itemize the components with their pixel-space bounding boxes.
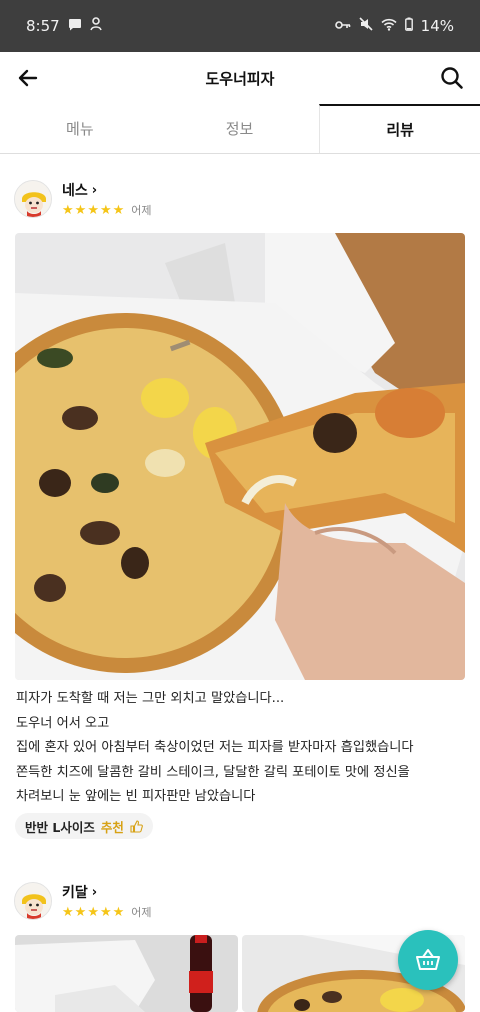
review-photo[interactable] [15, 935, 238, 1012]
app-bar: 도우너피자 [0, 52, 480, 104]
review-text-line: 집에 혼자 있어 아침부터 축상이었던 저는 피자를 받자마자 흡입했습니다 [16, 740, 414, 755]
review-text-line: 차려보니 눈 앞에는 빈 피자판만 남았습니다 [16, 789, 256, 804]
reviewer-name: 네스 [62, 183, 88, 199]
tab-reviews[interactable]: 리뷰 [319, 104, 480, 153]
status-time: 8:57 [26, 17, 60, 35]
back-button[interactable] [12, 62, 44, 94]
battery-percent: 14% [420, 17, 454, 35]
tab-menu-label: 메뉴 [66, 120, 94, 138]
review-text-line: 쫀득한 치즈에 달콤한 갈비 스테이크, 달달한 갈릭 포테이토 맛에 정신을 [16, 764, 410, 780]
tab-info[interactable]: 정보 [160, 104, 320, 153]
thumbs-up-icon [130, 819, 143, 833]
star-icon: ★ [112, 202, 125, 218]
review-date: 어제 [131, 204, 152, 217]
star-icon: ★ [62, 202, 74, 218]
star-icon: ★ [99, 904, 112, 920]
shopping-basket-icon [416, 949, 440, 970]
tab-reviews-label: 리뷰 [386, 121, 414, 139]
menu-tag[interactable]: 반반 L사이즈 추천 [15, 813, 153, 839]
search-icon [441, 67, 463, 89]
rating-stars: ★ ★ ★ ★ ★ 어제 [62, 904, 152, 920]
recommend-label: 추천 [100, 819, 124, 835]
star-icon: ★ [87, 904, 99, 920]
rating-stars: ★ ★ ★ ★ ★ 어제 [62, 202, 152, 218]
review-photo[interactable] [15, 233, 465, 680]
cart-button[interactable] [398, 930, 458, 990]
avatar[interactable] [14, 180, 52, 218]
star-icon: ★ [87, 202, 99, 218]
review-text: 피자가 도착할 때 저는 그만 외치고 말았습니다... 도우너 어서 오고 집… [16, 687, 468, 810]
arrow-left-icon [18, 69, 38, 87]
vpn-key-icon [334, 19, 351, 34]
pizza-photo-image [15, 233, 465, 680]
character-avatar-icon [15, 181, 51, 217]
pizza-box-photo-image [15, 935, 238, 1012]
review-text-line: 도우너 어서 오고 [16, 715, 110, 731]
star-icon: ★ [112, 904, 125, 920]
review-text-line: 피자가 도착할 때 저는 그만 외치고 말았습니다... [16, 691, 285, 706]
review-date: 어제 [131, 906, 152, 919]
chevron-right-icon: › [91, 884, 98, 900]
character-avatar-icon [15, 883, 51, 919]
star-icon: ★ [74, 904, 87, 920]
review-item: 키달 › ★ ★ ★ ★ ★ 어제 [0, 856, 480, 1012]
tab-info-label: 정보 [225, 120, 254, 138]
star-icon: ★ [74, 202, 87, 218]
store-title: 도우너피자 [205, 69, 275, 88]
menu-tag-name: 반반 L사이즈 [25, 819, 95, 835]
reviewer-name: 키달 [62, 885, 88, 901]
chevron-right-icon: › [91, 182, 98, 198]
wifi-icon [381, 18, 397, 35]
notification-icon [89, 17, 102, 35]
mute-icon [359, 17, 373, 35]
star-icon: ★ [99, 202, 112, 218]
chat-bubble-icon [68, 18, 82, 35]
tab-bar: 메뉴 정보 리뷰 [0, 104, 480, 154]
review-item: 네스 › ★ ★ ★ ★ ★ 어제 피자가 도착할 때 저는 그만 외치고 말았… [0, 154, 480, 854]
star-icon: ★ [62, 904, 74, 920]
battery-icon [404, 17, 413, 35]
reviewer-name-button[interactable]: 키달 › [62, 882, 97, 902]
tab-menu[interactable]: 메뉴 [0, 104, 160, 153]
avatar[interactable] [14, 882, 52, 920]
reviewer-name-button[interactable]: 네스 › [62, 180, 97, 200]
search-button[interactable] [436, 62, 468, 94]
status-bar: 8:57 14% [0, 0, 480, 52]
